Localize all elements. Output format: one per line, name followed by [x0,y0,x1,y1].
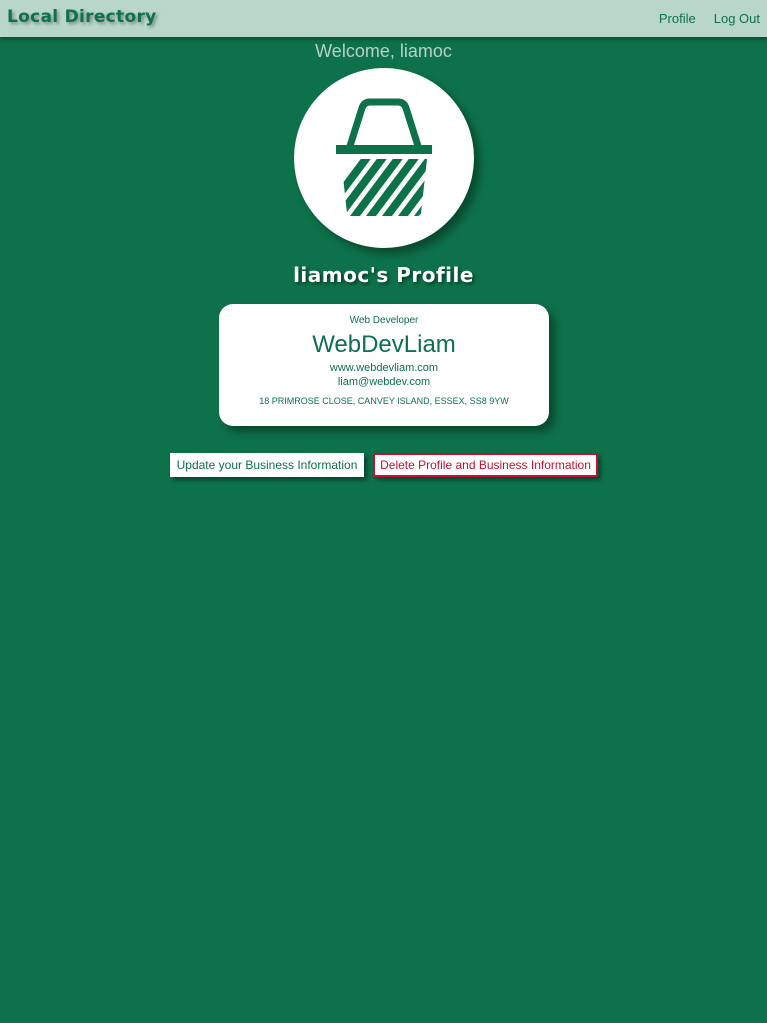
nav-link-profile[interactable]: Profile [659,11,696,26]
brand-link[interactable]: Local Directory [7,7,157,27]
business-card: Web Developer WebDevLiam www.webdevliam.… [219,304,549,426]
update-business-button[interactable]: Update your Business Information [170,453,364,477]
nav-links: Profile Log Out [659,11,760,26]
shopping-basket-icon [336,98,432,216]
nav-link-logout[interactable]: Log Out [714,11,760,26]
email-text: liam@webdev.com [337,376,431,388]
delete-profile-button[interactable]: Delete Profile and Business Information [373,453,598,477]
welcome-message: Welcome, liamoc [315,41,452,61]
address-text: 18 PRIMROSE CLOSE, CANVEY ISLAND, ESSEX,… [259,396,509,406]
profile-title: liamoc's Profile [293,263,474,287]
navbar: Local Directory Profile Log Out [0,0,767,37]
job-title: Web Developer [349,315,419,326]
business-name: WebDevLiam [312,331,456,358]
website-text: www.webdevliam.com [329,362,439,374]
avatar [294,68,474,248]
